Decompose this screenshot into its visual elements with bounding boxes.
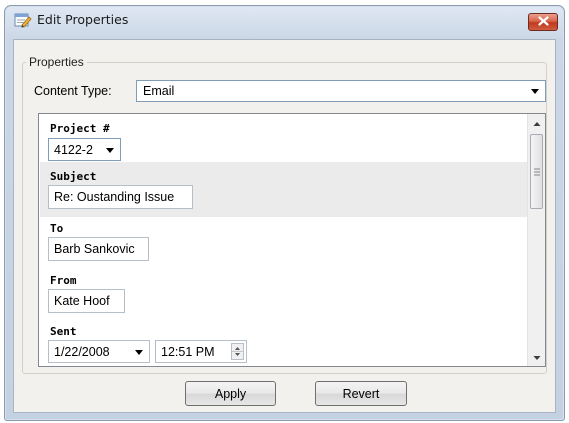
revert-button[interactable]: Revert — [315, 381, 407, 406]
chevron-down-icon — [105, 144, 115, 156]
edit-properties-window: Edit Properties Properties Content Type:… — [4, 5, 565, 421]
window-title: Edit Properties — [37, 12, 129, 27]
content-type-label: Content Type: — [34, 84, 112, 98]
spin-down-icon — [235, 353, 240, 356]
sent-time-value: 12:51 PM — [161, 345, 215, 359]
title-bar[interactable]: Edit Properties — [5, 6, 564, 34]
sent-date-picker[interactable]: 1/22/2008 — [48, 340, 150, 363]
grip-icon — [534, 168, 540, 176]
to-label: To — [50, 222, 64, 235]
project-dropdown[interactable]: 4122-2 — [48, 138, 121, 161]
project-label: Project # — [50, 122, 110, 135]
scroll-thumb[interactable] — [530, 134, 543, 209]
sent-time-field[interactable]: 12:51 PM — [155, 340, 247, 363]
sent-label: Sent — [50, 325, 77, 338]
content-type-dropdown[interactable]: Email — [136, 80, 546, 102]
close-icon — [537, 15, 549, 29]
scroll-down-icon[interactable] — [532, 352, 542, 362]
from-field[interactable]: Kate Hoof — [48, 289, 125, 313]
close-button[interactable] — [528, 13, 558, 31]
chevron-down-icon — [530, 85, 540, 97]
from-label: From — [50, 274, 77, 287]
to-field[interactable]: Barb Sankovic — [48, 237, 149, 261]
dialog-body: Properties Content Type: Email Project #… — [13, 39, 556, 413]
edit-properties-icon — [14, 12, 32, 28]
apply-button[interactable]: Apply — [185, 381, 276, 406]
time-spinner[interactable] — [231, 343, 244, 360]
properties-panel: Project # 4122-2 Subject Re: Oustanding … — [38, 113, 546, 367]
project-value: 4122-2 — [54, 143, 93, 157]
properties-group-label: Properties — [26, 55, 87, 69]
chevron-down-icon — [134, 346, 144, 358]
vertical-scrollbar[interactable] — [527, 114, 545, 366]
subject-field[interactable]: Re: Oustanding Issue — [48, 185, 193, 209]
scroll-up-icon[interactable] — [532, 118, 542, 128]
properties-fields: Project # 4122-2 Subject Re: Oustanding … — [39, 114, 527, 366]
sent-date-value: 1/22/2008 — [54, 345, 110, 359]
subject-label: Subject — [50, 170, 97, 183]
spin-up-icon — [235, 347, 240, 350]
content-type-value: Email — [143, 84, 175, 98]
